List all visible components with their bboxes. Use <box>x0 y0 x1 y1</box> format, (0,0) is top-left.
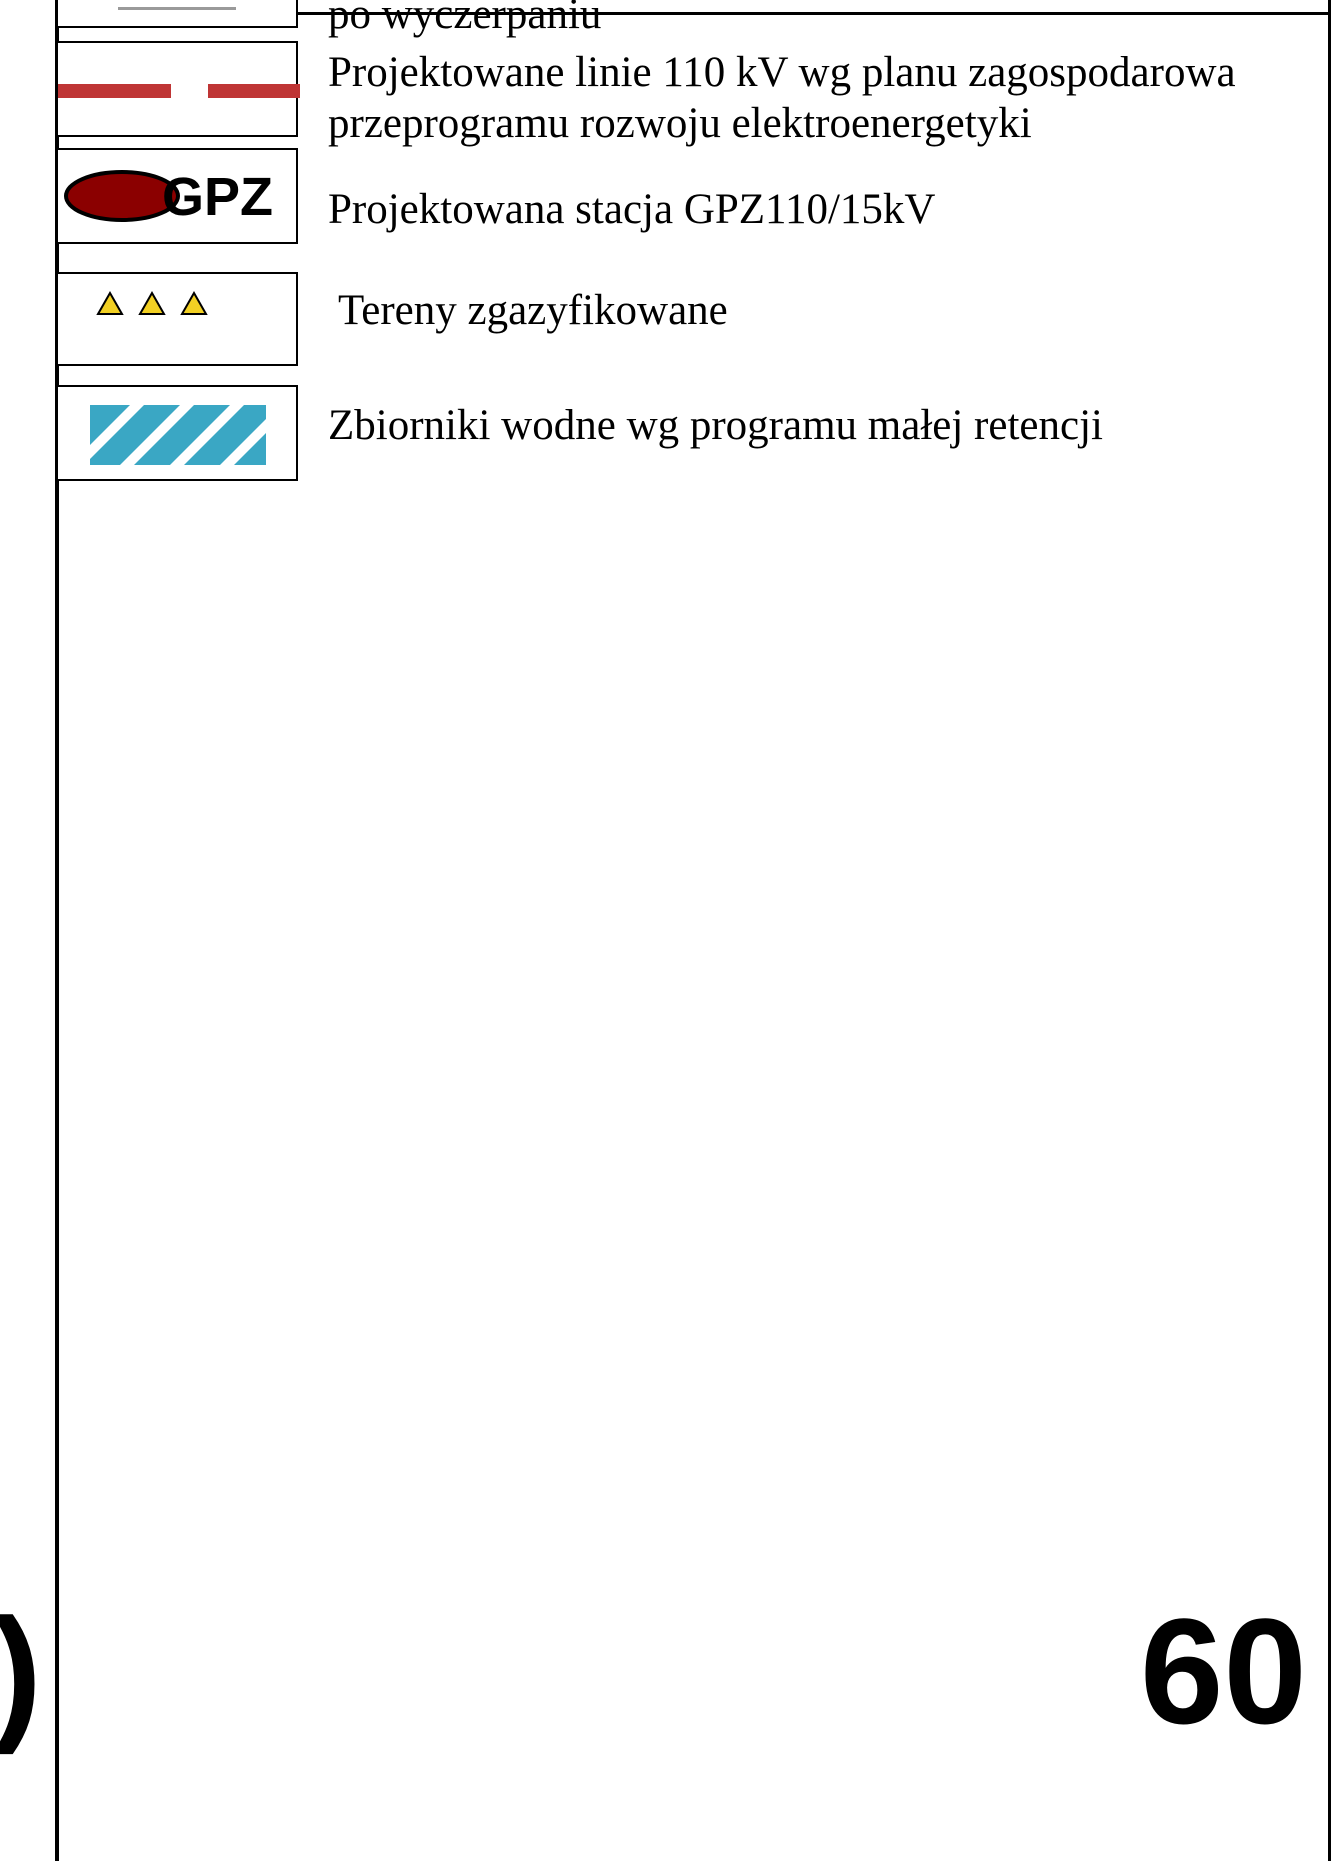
legend-label-projected-110kv-line2: przeprogramu rozwoju elektroenergetyki <box>328 100 1032 147</box>
dashed-red-line-symbol-2 <box>208 84 300 98</box>
page-number: 60 <box>1140 1587 1307 1755</box>
gas-triangles-icon <box>96 290 208 315</box>
water-hatch-icon <box>90 405 266 465</box>
map-legend-page: po wyczerpaniu Projektowane linie 110 kV… <box>0 0 1338 1861</box>
legend-label-projected-110kv-line1: Projektowane linie 110 kV wg planu zagos… <box>328 49 1236 96</box>
legend-label-water-reservoirs: Zbiorniki wodne wg programu małej retenc… <box>328 402 1103 449</box>
dashed-red-line-symbol <box>58 84 171 98</box>
legend-label-gpz-station: Projektowana stacja GPZ110/15kV <box>328 186 936 233</box>
legend-symbol-water-reservoirs <box>56 385 298 481</box>
frame-right-line <box>1328 0 1331 1861</box>
legend-symbol-gpz-station: GPZ <box>56 148 298 244</box>
legend-symbol-gasified-areas <box>56 272 298 366</box>
gray-line-symbol <box>118 7 236 10</box>
legend-symbol-projected-110kv <box>56 41 300 137</box>
gpz-symbol-label: GPZ <box>162 167 274 227</box>
left-edge-fragment: ) <box>0 1596 42 1746</box>
legend-symbol-existing-lines <box>56 0 298 28</box>
legend-label-existing-lines: po wyczerpaniu <box>328 0 602 38</box>
legend-label-gasified-areas: Tereny zgazyfikowane <box>338 287 728 334</box>
